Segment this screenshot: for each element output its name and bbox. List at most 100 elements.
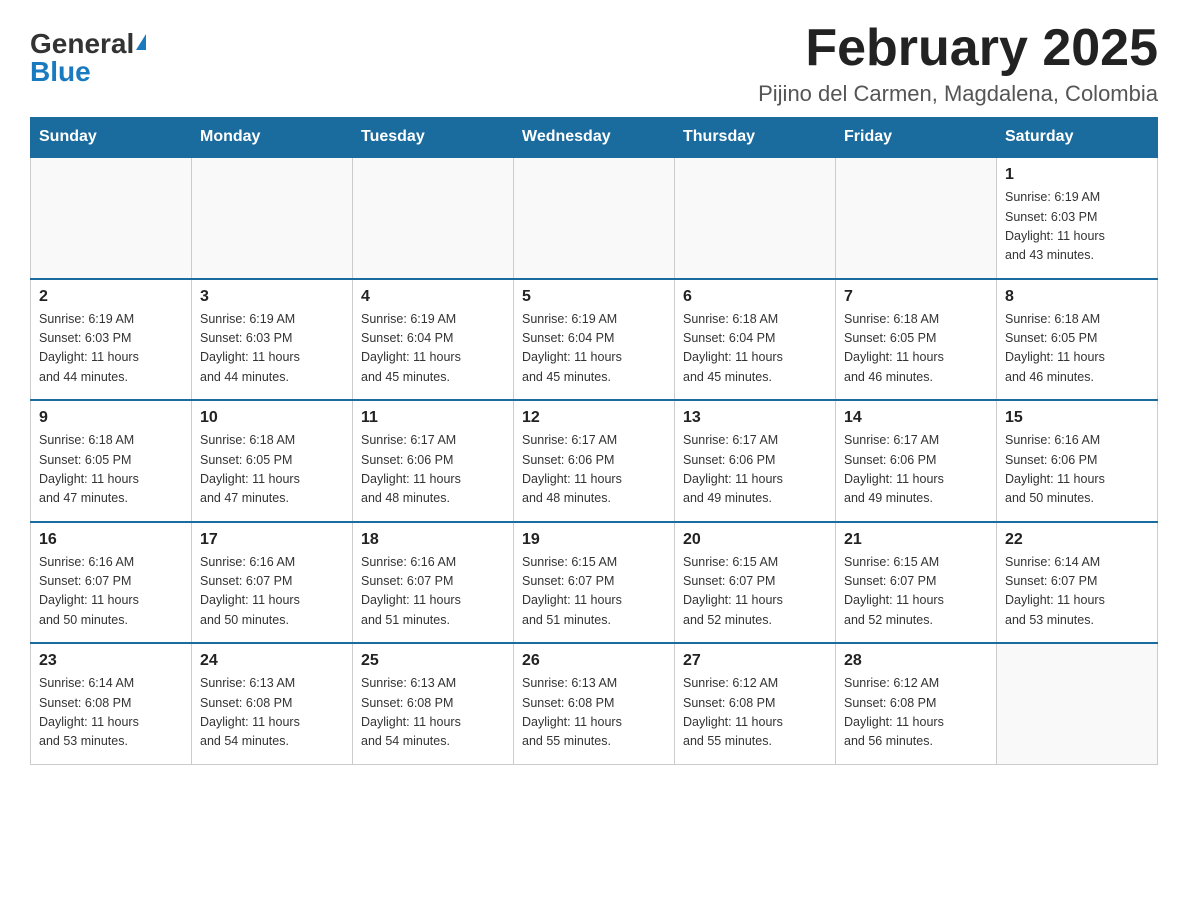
calendar-week-row: 2 Sunrise: 6:19 AMSunset: 6:03 PMDaylight…: [31, 279, 1158, 401]
day-info: Sunrise: 6:12 AMSunset: 6:08 PMDaylight:…: [844, 674, 988, 752]
day-info: Sunrise: 6:17 AMSunset: 6:06 PMDaylight:…: [844, 431, 988, 509]
calendar-cell: 1 Sunrise: 6:19 AMSunset: 6:03 PMDaylight…: [997, 157, 1158, 279]
day-info: Sunrise: 6:18 AMSunset: 6:04 PMDaylight:…: [683, 310, 827, 388]
day-number: 7: [844, 288, 988, 306]
day-info: Sunrise: 6:18 AMSunset: 6:05 PMDaylight:…: [200, 431, 344, 509]
day-info: Sunrise: 6:18 AMSunset: 6:05 PMDaylight:…: [39, 431, 183, 509]
header: General Blue February 2025 Pijino del Ca…: [30, 20, 1158, 107]
calendar-cell: 7 Sunrise: 6:18 AMSunset: 6:05 PMDaylight…: [836, 279, 997, 401]
day-number: 16: [39, 531, 183, 549]
day-number: 24: [200, 652, 344, 670]
logo-general-text: General: [30, 30, 134, 58]
calendar-cell: [514, 157, 675, 279]
calendar-location: Pijino del Carmen, Magdalena, Colombia: [758, 81, 1158, 107]
day-info: Sunrise: 6:13 AMSunset: 6:08 PMDaylight:…: [522, 674, 666, 752]
calendar-cell: 11Sunrise: 6:17 AMSunset: 6:06 PMDayligh…: [353, 400, 514, 522]
calendar-cell: 19 Sunrise: 6:15 AMSunset: 6:07 PMDayligh…: [514, 522, 675, 644]
day-number: 6: [683, 288, 827, 306]
day-number: 18: [361, 531, 505, 549]
calendar-cell: 17Sunrise: 6:16 AMSunset: 6:07 PMDayligh…: [192, 522, 353, 644]
calendar-cell: 14 Sunrise: 6:17 AMSunset: 6:06 PMDayligh…: [836, 400, 997, 522]
calendar-cell: 4Sunrise: 6:19 AMSunset: 6:04 PMDaylight…: [353, 279, 514, 401]
day-number: 14: [844, 409, 988, 427]
day-number: 25: [361, 652, 505, 670]
day-info: Sunrise: 6:17 AMSunset: 6:06 PMDaylight:…: [361, 431, 505, 509]
calendar-cell: 2 Sunrise: 6:19 AMSunset: 6:03 PMDaylight…: [31, 279, 192, 401]
day-info: Sunrise: 6:19 AMSunset: 6:03 PMDaylight:…: [39, 310, 183, 388]
day-number: 26: [522, 652, 666, 670]
day-info: Sunrise: 6:19 AMSunset: 6:04 PMDaylight:…: [522, 310, 666, 388]
weekday-header-thursday: Thursday: [675, 118, 836, 158]
day-number: 10: [200, 409, 344, 427]
day-number: 8: [1005, 288, 1149, 306]
calendar-cell: 26 Sunrise: 6:13 AMSunset: 6:08 PMDayligh…: [514, 643, 675, 764]
logo: General Blue: [30, 30, 146, 86]
day-info: Sunrise: 6:15 AMSunset: 6:07 PMDaylight:…: [683, 553, 827, 631]
calendar-cell: 20 Sunrise: 6:15 AMSunset: 6:07 PMDayligh…: [675, 522, 836, 644]
day-number: 1: [1005, 166, 1149, 184]
day-number: 9: [39, 409, 183, 427]
calendar-cell: 24 Sunrise: 6:13 AMSunset: 6:08 PMDayligh…: [192, 643, 353, 764]
day-info: Sunrise: 6:17 AMSunset: 6:06 PMDaylight:…: [683, 431, 827, 509]
day-info: Sunrise: 6:16 AMSunset: 6:07 PMDaylight:…: [39, 553, 183, 631]
day-info: Sunrise: 6:12 AMSunset: 6:08 PMDaylight:…: [683, 674, 827, 752]
day-number: 20: [683, 531, 827, 549]
day-info: Sunrise: 6:13 AMSunset: 6:08 PMDaylight:…: [200, 674, 344, 752]
day-info: Sunrise: 6:19 AMSunset: 6:03 PMDaylight:…: [200, 310, 344, 388]
day-number: 22: [1005, 531, 1149, 549]
calendar-cell: [836, 157, 997, 279]
calendar-cell: 3 Sunrise: 6:19 AMSunset: 6:03 PMDaylight…: [192, 279, 353, 401]
day-info: Sunrise: 6:16 AMSunset: 6:07 PMDaylight:…: [361, 553, 505, 631]
day-number: 15: [1005, 409, 1149, 427]
calendar-cell: 15 Sunrise: 6:16 AMSunset: 6:06 PMDayligh…: [997, 400, 1158, 522]
day-info: Sunrise: 6:19 AMSunset: 6:03 PMDaylight:…: [1005, 188, 1149, 266]
day-number: 23: [39, 652, 183, 670]
day-info: Sunrise: 6:14 AMSunset: 6:08 PMDaylight:…: [39, 674, 183, 752]
calendar-cell: 6 Sunrise: 6:18 AMSunset: 6:04 PMDaylight…: [675, 279, 836, 401]
calendar-cell: 21 Sunrise: 6:15 AMSunset: 6:07 PMDayligh…: [836, 522, 997, 644]
calendar-week-row: 16 Sunrise: 6:16 AMSunset: 6:07 PMDayligh…: [31, 522, 1158, 644]
calendar-cell: 18 Sunrise: 6:16 AMSunset: 6:07 PMDayligh…: [353, 522, 514, 644]
day-number: 13: [683, 409, 827, 427]
day-number: 12: [522, 409, 666, 427]
day-number: 3: [200, 288, 344, 306]
calendar-header-row: SundayMondayTuesdayWednesdayThursdayFrid…: [31, 118, 1158, 158]
calendar-cell: 9 Sunrise: 6:18 AMSunset: 6:05 PMDaylight…: [31, 400, 192, 522]
calendar-cell: 22 Sunrise: 6:14 AMSunset: 6:07 PMDayligh…: [997, 522, 1158, 644]
calendar-title: February 2025: [758, 20, 1158, 77]
day-info: Sunrise: 6:18 AMSunset: 6:05 PMDaylight:…: [844, 310, 988, 388]
day-info: Sunrise: 6:15 AMSunset: 6:07 PMDaylight:…: [844, 553, 988, 631]
weekday-header-sunday: Sunday: [31, 118, 192, 158]
weekday-header-tuesday: Tuesday: [353, 118, 514, 158]
day-info: Sunrise: 6:14 AMSunset: 6:07 PMDaylight:…: [1005, 553, 1149, 631]
day-number: 2: [39, 288, 183, 306]
calendar-cell: [192, 157, 353, 279]
day-number: 28: [844, 652, 988, 670]
day-info: Sunrise: 6:18 AMSunset: 6:05 PMDaylight:…: [1005, 310, 1149, 388]
calendar-cell: [353, 157, 514, 279]
calendar-cell: 23 Sunrise: 6:14 AMSunset: 6:08 PMDayligh…: [31, 643, 192, 764]
day-number: 27: [683, 652, 827, 670]
calendar-cell: 16 Sunrise: 6:16 AMSunset: 6:07 PMDayligh…: [31, 522, 192, 644]
calendar-cell: [31, 157, 192, 279]
calendar-cell: 27 Sunrise: 6:12 AMSunset: 6:08 PMDayligh…: [675, 643, 836, 764]
day-info: Sunrise: 6:16 AMSunset: 6:06 PMDaylight:…: [1005, 431, 1149, 509]
calendar-cell: 13 Sunrise: 6:17 AMSunset: 6:06 PMDayligh…: [675, 400, 836, 522]
calendar-cell: [675, 157, 836, 279]
title-area: February 2025 Pijino del Carmen, Magdale…: [758, 20, 1158, 107]
weekday-header-wednesday: Wednesday: [514, 118, 675, 158]
calendar-week-row: 23 Sunrise: 6:14 AMSunset: 6:08 PMDayligh…: [31, 643, 1158, 764]
day-info: Sunrise: 6:13 AMSunset: 6:08 PMDaylight:…: [361, 674, 505, 752]
calendar-cell: [997, 643, 1158, 764]
day-info: Sunrise: 6:15 AMSunset: 6:07 PMDaylight:…: [522, 553, 666, 631]
calendar-cell: 12Sunrise: 6:17 AMSunset: 6:06 PMDayligh…: [514, 400, 675, 522]
day-number: 21: [844, 531, 988, 549]
calendar-cell: 10 Sunrise: 6:18 AMSunset: 6:05 PMDayligh…: [192, 400, 353, 522]
day-number: 17: [200, 531, 344, 549]
day-number: 5: [522, 288, 666, 306]
calendar-cell: 25 Sunrise: 6:13 AMSunset: 6:08 PMDayligh…: [353, 643, 514, 764]
day-info: Sunrise: 6:19 AMSunset: 6:04 PMDaylight:…: [361, 310, 505, 388]
logo-blue-text: Blue: [30, 58, 91, 86]
day-number: 19: [522, 531, 666, 549]
calendar-table: SundayMondayTuesdayWednesdayThursdayFrid…: [30, 117, 1158, 765]
